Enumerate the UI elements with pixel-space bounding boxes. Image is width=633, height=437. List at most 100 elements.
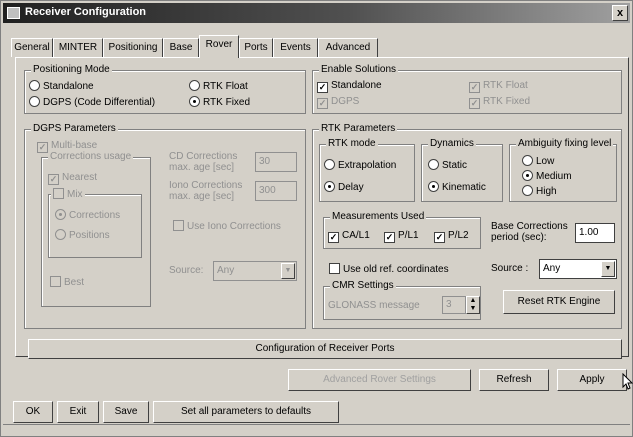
cd-corrections-max-age-input: 30 <box>255 152 297 172</box>
radio-kinematic[interactable]: Kinematic <box>428 181 486 193</box>
tab-general[interactable]: General <box>11 38 53 57</box>
iono-max-age-label: max. age [sec] <box>169 191 235 202</box>
base-corrections-label: Base Corrections <box>491 221 568 232</box>
apply-button[interactable]: Apply <box>557 369 627 391</box>
radio-high[interactable]: High <box>522 185 557 197</box>
tab-events[interactable]: Events <box>273 38 318 57</box>
ambiguity-fixing-title: Ambiguity fixing level <box>516 138 614 149</box>
title-bar: Receiver Configuration x <box>3 3 630 23</box>
cmr-settings-group: CMR Settings GLONASS message 3 ▲ ▼ <box>323 280 481 320</box>
chevron-down-icon: ▼ <box>601 261 615 277</box>
radio-circle-icon <box>324 159 335 170</box>
radio-selected-icon <box>55 209 66 220</box>
rtk-mode-group: RTK mode Extrapolation Delay <box>319 138 415 202</box>
checkbox-p-l1[interactable]: ✓ P/L1 <box>384 230 419 243</box>
positioning-mode-group: Positioning Mode Standalone RTK Float DG… <box>24 64 306 114</box>
window-title: Receiver Configuration <box>25 6 147 18</box>
radio-positions: Positions <box>55 229 110 241</box>
checkbox-enable-rtk-fixed: ✓ RTK Fixed <box>469 96 531 109</box>
checkbox-icon <box>329 263 340 274</box>
radio-corrections: Corrections <box>55 209 120 221</box>
spinner-arrows-icon: ▲ ▼ <box>466 296 480 314</box>
reset-rtk-engine-button[interactable]: Reset RTK Engine <box>503 290 615 314</box>
configuration-of-receiver-ports-button[interactable]: Configuration of Receiver Ports <box>28 339 622 359</box>
radio-circle-icon <box>55 229 66 240</box>
checkmark-icon: ✓ <box>48 174 59 185</box>
iono-corrections-label: Iono Corrections <box>169 180 243 191</box>
tab-minter[interactable]: MINTER <box>53 38 103 57</box>
radio-standalone[interactable]: Standalone <box>29 80 94 92</box>
mix-title: Mix <box>51 188 85 200</box>
tab-rover[interactable]: Rover <box>199 35 239 58</box>
dynamics-group: Dynamics Static Kinematic <box>421 138 503 202</box>
chevron-down-icon: ▼ <box>281 263 295 279</box>
measurements-used-title: Measurements Used <box>330 211 427 222</box>
save-button[interactable]: Save <box>103 401 149 423</box>
status-bar <box>3 424 630 436</box>
radio-circle-icon <box>522 185 533 196</box>
radio-circle-icon <box>428 159 439 170</box>
dgps-parameters-title: DGPS Parameters <box>31 123 118 134</box>
radio-circle-icon <box>189 80 200 91</box>
radio-selected-icon <box>189 96 200 107</box>
iono-corrections-max-age-input: 300 <box>255 181 297 201</box>
cmr-settings-title: CMR Settings <box>330 280 396 291</box>
checkmark-icon: ✓ <box>328 232 339 243</box>
checkbox-mix-icon <box>53 188 64 199</box>
checkmark-icon: ✓ <box>317 82 328 93</box>
tab-positioning[interactable]: Positioning <box>103 38 163 57</box>
radio-rtk-fixed[interactable]: RTK Fixed <box>189 96 250 108</box>
radio-static[interactable]: Static <box>428 159 467 171</box>
set-defaults-button[interactable]: Set all parameters to defaults <box>153 401 339 423</box>
radio-rtk-float[interactable]: RTK Float <box>189 80 248 92</box>
checkmark-icon: ✓ <box>384 232 395 243</box>
close-button[interactable]: x <box>612 5 628 21</box>
checkbox-use-iono-corrections: Use Iono Corrections <box>173 220 281 232</box>
checkmark-icon: ✓ <box>469 82 480 93</box>
exit-button[interactable]: Exit <box>57 401 99 423</box>
checkbox-ca-l1[interactable]: ✓ CA/L1 <box>328 230 370 243</box>
refresh-button[interactable]: Refresh <box>479 369 549 391</box>
tab-base[interactable]: Base <box>163 38 199 57</box>
radio-circle-icon <box>29 80 40 91</box>
rtk-parameters-group: RTK Parameters RTK mode Extrapolation De… <box>312 123 622 329</box>
ok-button[interactable]: OK <box>13 401 53 423</box>
checkbox-p-l2[interactable]: ✓ P/L2 <box>434 230 469 243</box>
checkbox-best: Best <box>50 276 84 288</box>
glonass-message-input: 3 <box>442 296 466 314</box>
radio-circle-icon <box>522 155 533 166</box>
checkmark-icon: ✓ <box>317 98 328 109</box>
positioning-mode-title: Positioning Mode <box>31 64 112 75</box>
radio-dgps[interactable]: DGPS (Code Differential) <box>29 96 155 108</box>
radio-medium[interactable]: Medium <box>522 170 572 182</box>
checkbox-nearest: ✓ Nearest <box>48 172 98 185</box>
corrections-usage-group: Corrections usage ✓ Nearest Mix Correctio… <box>41 151 151 307</box>
radio-selected-icon <box>522 170 533 181</box>
checkbox-use-old-ref-coordinates[interactable]: Use old ref. coordinates <box>329 263 449 275</box>
radio-circle-icon <box>29 96 40 107</box>
checkbox-icon <box>50 276 61 287</box>
cd-corrections-label: CD Corrections <box>169 151 238 162</box>
dynamics-title: Dynamics <box>428 138 476 149</box>
dgps-source-select: Any ▼ <box>213 261 297 281</box>
dgps-source-label: Source: <box>169 265 204 276</box>
checkmark-icon: ✓ <box>434 232 445 243</box>
checkbox-enable-rtk-float: ✓ RTK Float <box>469 80 528 93</box>
measurements-used-group: Measurements Used ✓ CA/L1 ✓ P/L1 ✓ P/L2 <box>323 211 481 249</box>
radio-low[interactable]: Low <box>522 155 554 167</box>
radio-delay[interactable]: Delay <box>324 181 364 193</box>
checkbox-enable-standalone[interactable]: ✓ Standalone <box>317 80 382 93</box>
base-corrections-period-label: period (sec): <box>491 232 547 243</box>
base-corrections-period-input[interactable]: 1.00 <box>575 223 615 243</box>
radio-extrapolation[interactable]: Extrapolation <box>324 159 396 171</box>
checkbox-enable-dgps: ✓ DGPS <box>317 96 360 109</box>
rtk-source-label: Source : <box>491 263 529 274</box>
rtk-mode-title: RTK mode <box>326 138 378 149</box>
tab-advanced[interactable]: Advanced <box>318 38 378 57</box>
rtk-source-select[interactable]: Any ▼ <box>539 259 617 279</box>
cd-max-age-label: max. age [sec] <box>169 162 235 173</box>
tab-ports[interactable]: Ports <box>239 38 273 57</box>
radio-selected-icon <box>428 181 439 192</box>
mix-group: Mix Corrections Positions <box>48 188 142 258</box>
checkbox-icon <box>173 220 184 231</box>
